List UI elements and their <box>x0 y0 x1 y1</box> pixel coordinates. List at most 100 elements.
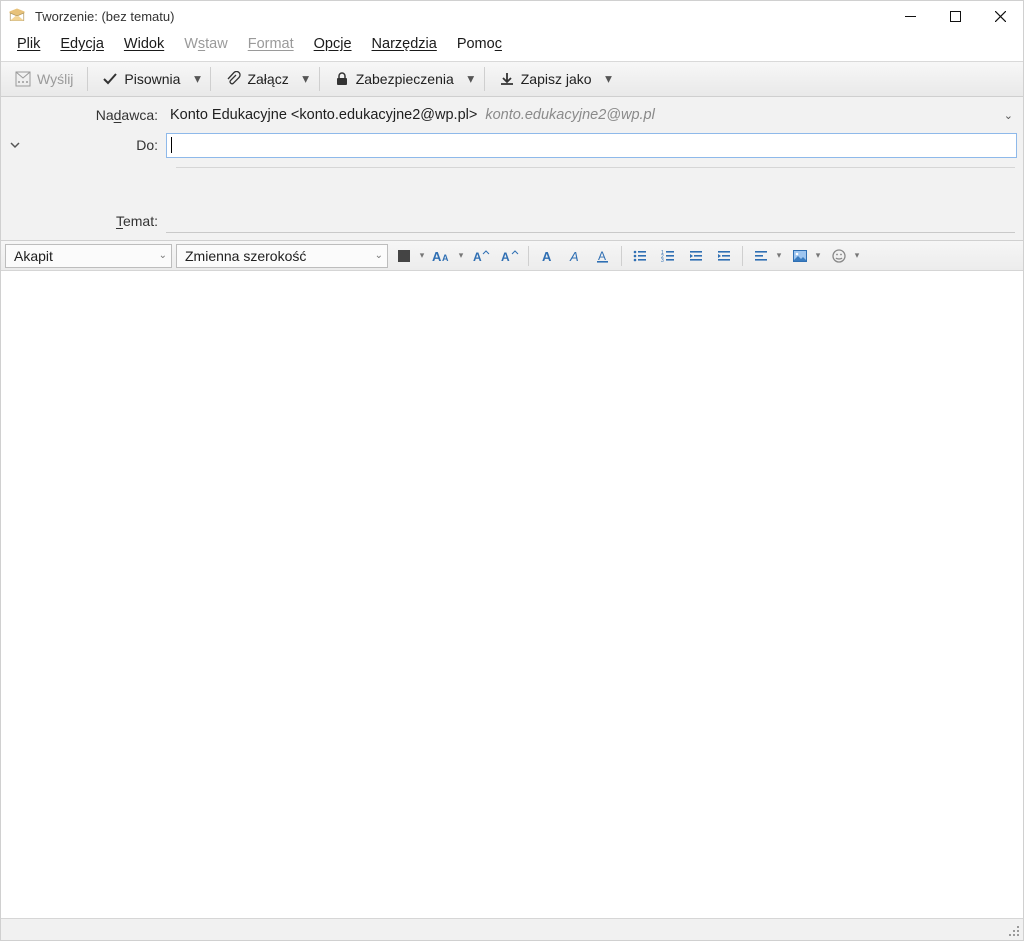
menu-format[interactable]: Format <box>238 31 304 61</box>
maximize-button[interactable] <box>933 2 978 30</box>
emoji-dropdown[interactable]: ▾ <box>852 250 862 261</box>
menu-options-label: Opcje <box>314 36 352 52</box>
menu-tools-label: Narzędzia <box>372 36 437 52</box>
insert-image-button[interactable] <box>788 244 812 268</box>
menu-bar: Plik Edycja Widok Wstaw Format Opcje Nar… <box>1 31 1023 61</box>
main-toolbar: Wyślij Pisownia ▾ Załącz ▾ Zabezpieczeni… <box>1 61 1023 97</box>
window-title: Tworzenie: (bez tematu) <box>35 9 174 24</box>
menu-view-label: Widok <box>124 36 164 52</box>
insert-image-dropdown[interactable]: ▾ <box>813 250 823 261</box>
svg-text:A: A <box>542 249 552 264</box>
save-as-button[interactable]: Zapisz jako <box>491 65 600 93</box>
spelling-label: Pisownia <box>124 71 180 87</box>
menu-insert[interactable]: Wstaw <box>174 31 238 61</box>
chevron-down-icon: ⌄ <box>375 250 383 261</box>
bullet-list-button[interactable] <box>628 244 652 268</box>
menu-format-label: Format <box>248 36 294 52</box>
numbered-list-button[interactable]: 123 <box>656 244 680 268</box>
menu-help-label: Pomoc <box>457 36 502 52</box>
bold-button[interactable]: A <box>535 244 559 268</box>
menu-view[interactable]: Widok <box>114 31 174 61</box>
menu-help[interactable]: Pomoc <box>447 31 512 61</box>
lock-icon <box>334 71 350 87</box>
chevron-down-icon: ⌄ <box>159 250 167 261</box>
text-cursor <box>171 137 172 153</box>
svg-text:A: A <box>442 253 449 263</box>
security-button[interactable]: Zabezpieczenia <box>326 65 462 93</box>
decrease-size-button[interactable]: A <box>470 244 494 268</box>
font-size-button[interactable]: AA <box>431 244 455 268</box>
toolbar-separator <box>319 67 320 91</box>
check-icon <box>102 71 118 87</box>
svg-text:A: A <box>598 249 606 263</box>
security-dropdown[interactable]: ▾ <box>464 65 478 93</box>
toolbar-separator <box>210 67 211 91</box>
send-icon <box>15 71 31 87</box>
attach-label: Załącz <box>247 71 288 87</box>
attach-button[interactable]: Załącz <box>217 65 296 93</box>
toolbar-separator <box>484 67 485 91</box>
fmt-separator <box>621 246 622 266</box>
spelling-button[interactable]: Pisownia <box>94 65 188 93</box>
text-color-button[interactable] <box>392 244 416 268</box>
message-body-editor[interactable] <box>1 271 1023 918</box>
app-compose-icon <box>5 4 29 28</box>
minimize-button[interactable] <box>888 2 933 30</box>
title-bar: Tworzenie: (bez tematu) <box>1 1 1023 31</box>
from-identity: konto.edukacyjne2@wp.pl <box>485 107 655 123</box>
menu-file-label: Plik <box>17 36 40 52</box>
send-label: Wyślij <box>37 71 73 87</box>
font-family-select[interactable]: Zmienna szerokość ⌄ <box>176 244 388 268</box>
menu-edit-label: Edycja <box>60 36 104 52</box>
to-label[interactable]: Do: <box>29 137 166 153</box>
svg-text:A: A <box>432 249 442 264</box>
from-identity-selector[interactable]: Konto Edukacyjne <konto.edukacyjne2@wp.p… <box>166 102 994 128</box>
subject-label: Temat: <box>29 213 166 229</box>
fmt-separator <box>742 246 743 266</box>
from-display: Konto Edukacyjne <konto.edukacyjne2@wp.p… <box>170 107 477 123</box>
emoji-button[interactable] <box>827 244 851 268</box>
svg-text:3: 3 <box>661 258 664 264</box>
close-button[interactable] <box>978 2 1023 30</box>
menu-tools[interactable]: Narzędzia <box>362 31 447 61</box>
increase-size-button[interactable]: A <box>498 244 522 268</box>
italic-button[interactable]: A <box>563 244 587 268</box>
compose-headers: Nadawca: Konto Edukacyjne <konto.edukacy… <box>1 97 1023 241</box>
paragraph-style-value: Akapit <box>14 248 53 264</box>
save-as-dropdown[interactable]: ▾ <box>602 65 616 93</box>
align-dropdown[interactable]: ▾ <box>774 250 784 261</box>
from-dropdown-icon[interactable]: ⌄ <box>994 109 1023 122</box>
paperclip-icon <box>225 71 241 87</box>
outdent-button[interactable] <box>684 244 708 268</box>
menu-insert-label: Wstaw <box>184 36 228 52</box>
to-row: Do: <box>1 129 1023 161</box>
attach-dropdown[interactable]: ▾ <box>299 65 313 93</box>
status-bar <box>1 918 1023 940</box>
menu-options[interactable]: Opcje <box>304 31 362 61</box>
spelling-dropdown[interactable]: ▾ <box>190 65 204 93</box>
menu-file[interactable]: Plik <box>7 31 50 61</box>
subject-input[interactable] <box>166 209 1015 233</box>
font-size-dropdown[interactable]: ▾ <box>456 250 466 261</box>
underline-button[interactable]: A <box>591 244 615 268</box>
from-label: Nadawca: <box>29 107 166 123</box>
svg-text:A: A <box>473 250 482 264</box>
font-family-value: Zmienna szerokość <box>185 248 306 264</box>
text-color-dropdown[interactable]: ▾ <box>417 250 427 261</box>
send-button[interactable]: Wyślij <box>7 65 81 93</box>
resize-grip-icon[interactable] <box>1005 922 1021 938</box>
indent-button[interactable] <box>712 244 736 268</box>
save-as-label: Zapisz jako <box>521 71 592 87</box>
formatting-toolbar: Akapit ⌄ Zmienna szerokość ⌄ ▾ AA ▾ A A … <box>1 241 1023 271</box>
download-icon <box>499 71 515 87</box>
paragraph-style-select[interactable]: Akapit ⌄ <box>5 244 172 268</box>
subject-row: Temat: <box>1 208 1023 240</box>
svg-text:A: A <box>501 250 510 264</box>
menu-edit[interactable]: Edycja <box>50 31 114 61</box>
align-button[interactable] <box>749 244 773 268</box>
from-row: Nadawca: Konto Edukacyjne <konto.edukacy… <box>1 97 1023 129</box>
to-input[interactable] <box>166 133 1017 158</box>
recipients-expand-button[interactable] <box>1 139 29 151</box>
security-label: Zabezpieczenia <box>356 71 454 87</box>
fmt-separator <box>528 246 529 266</box>
